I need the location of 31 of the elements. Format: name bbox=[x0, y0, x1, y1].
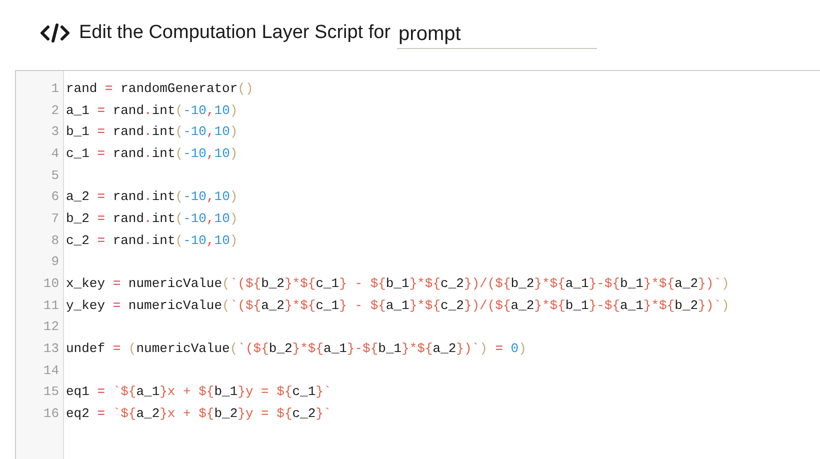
line-number: 12 bbox=[43, 319, 59, 334]
code-line: eq2 = `${a_2}x + ${b_2}y = ${c_2}` bbox=[66, 406, 332, 421]
code-line: c_1 = rand.int(-10,10) bbox=[66, 146, 238, 161]
line-number: 14 bbox=[43, 362, 59, 378]
line-number: 10 bbox=[43, 276, 59, 291]
code-line: b_2 = rand.int(-10,10) bbox=[66, 210, 238, 226]
code-line: b_1 = rand.int(-10,10) bbox=[66, 124, 238, 140]
line-number: 7 bbox=[51, 210, 59, 226]
code-line: a_1 = rand.int(-10,10) bbox=[66, 102, 238, 118]
dialog-title: Edit the Computation Layer Script for bbox=[79, 22, 391, 44]
code-line: undef = (numericValue(`(${b_2}*${a_1}-${b_1}*${a_2})`) = 0) bbox=[66, 340, 526, 356]
code-line: x_key = numericValue(`(${b_2}*${c_1} - ${b_1}*${c_2})/(${b_2}*${a_1}-${b_1}*${a_2})`) bbox=[66, 276, 730, 291]
line-number: 5 bbox=[51, 168, 59, 183]
line-number: 11 bbox=[43, 298, 59, 313]
code-icon bbox=[40, 23, 70, 43]
line-number: 9 bbox=[51, 254, 59, 270]
line-number: 13 bbox=[43, 340, 59, 356]
code-line: a_2 = rand.int(-10,10) bbox=[66, 189, 238, 204]
line-number: 2 bbox=[51, 102, 59, 118]
line-number: 16 bbox=[43, 406, 59, 421]
code-line: eq1 = `${a_1}x + ${b_1}y = ${c_1}` bbox=[66, 384, 332, 400]
line-number: 3 bbox=[51, 124, 59, 140]
code-line: rand = randomGenerator() bbox=[66, 81, 254, 96]
line-number: 8 bbox=[51, 232, 59, 248]
line-number: 6 bbox=[51, 189, 59, 204]
line-number: 4 bbox=[51, 146, 59, 161]
line-number: 15 bbox=[43, 384, 59, 400]
code-editor[interactable] bbox=[15, 70, 820, 459]
code-line: c_2 = rand.int(-10,10) bbox=[66, 232, 238, 248]
line-number: 1 bbox=[51, 81, 59, 96]
code-line: y_key = numericValue(`(${a_2}*${c_1} - ${a_1}*${c_2})/(${a_2}*${b_1}-${a_1}*${b_2})`) bbox=[66, 298, 730, 313]
